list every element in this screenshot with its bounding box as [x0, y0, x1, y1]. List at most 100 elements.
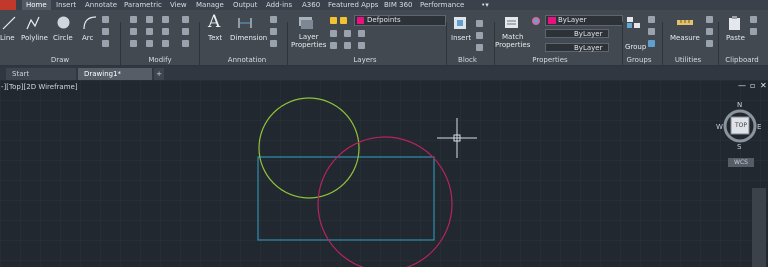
leader-icon[interactable]	[270, 16, 277, 23]
panel-title-annotation[interactable]: Annotation	[222, 56, 272, 65]
layer-dropdown[interactable]: Defpoints	[354, 15, 446, 26]
layer-off-icon[interactable]	[330, 42, 337, 49]
close-icon[interactable]: ✕	[760, 82, 767, 90]
linetype-dropdown[interactable]: ByLayer	[545, 29, 609, 38]
ribbon-options-icon[interactable]: •▾	[478, 0, 492, 10]
drawing-canvas[interactable]	[0, 80, 768, 267]
measure-button[interactable]: Measure	[670, 34, 700, 42]
match-properties-button[interactable]: Match Properties	[495, 33, 530, 49]
paste-button[interactable]: Paste	[726, 34, 745, 42]
layer-lock-icon[interactable]	[344, 42, 351, 49]
edit-block-icon[interactable]	[476, 32, 483, 39]
tab-insert[interactable]: Insert	[56, 0, 76, 10]
insert-block-icon[interactable]	[452, 16, 468, 30]
layer-properties-button[interactable]: Layer Properties	[291, 33, 326, 49]
tab-output[interactable]: Output	[233, 0, 257, 10]
group-selection-icon[interactable]	[648, 40, 655, 47]
ungroup-icon[interactable]	[648, 16, 655, 23]
panel-title-utilities[interactable]: Utilities	[668, 56, 708, 65]
group-icon[interactable]	[626, 16, 642, 30]
mirror-icon[interactable]	[146, 28, 153, 35]
compass-e[interactable]: E	[757, 123, 761, 131]
layer-properties-icon[interactable]	[298, 16, 314, 30]
line-icon[interactable]	[2, 16, 16, 30]
tab-add-ins[interactable]: Add-ins	[266, 0, 292, 10]
calculator-icon[interactable]	[706, 16, 713, 23]
panel-title-clipboard[interactable]: Clipboard	[722, 56, 762, 65]
panel-title-layers[interactable]: Layers	[350, 56, 380, 65]
copy-icon[interactable]	[130, 28, 137, 35]
rotate-icon[interactable]	[146, 16, 153, 23]
panel-title-modify[interactable]: Modify	[140, 56, 180, 65]
table-icon[interactable]	[270, 28, 277, 35]
match-properties-icon[interactable]	[504, 16, 520, 30]
application-menu-button[interactable]	[0, 0, 16, 10]
panel-title-block[interactable]: Block	[455, 56, 480, 65]
insert-button[interactable]: Insert	[451, 34, 471, 42]
circle-button[interactable]: Circle	[53, 34, 73, 42]
line-button[interactable]: Line	[0, 34, 15, 42]
tab-manage[interactable]: Manage	[196, 0, 224, 10]
array-icon[interactable]	[162, 40, 169, 47]
wcs-menu[interactable]: WCS	[728, 158, 754, 167]
id-point-icon[interactable]	[706, 40, 713, 47]
markup-icon[interactable]	[270, 40, 277, 47]
layer-freeze-icon[interactable]	[340, 17, 347, 24]
group-button[interactable]: Group	[625, 43, 646, 51]
polyline-icon[interactable]	[26, 16, 40, 30]
viewport-controls-label[interactable]: -][Top][2D Wireframe]	[1, 83, 78, 91]
layer-previous-icon[interactable]	[344, 30, 351, 37]
trim-icon[interactable]	[162, 16, 169, 23]
measure-icon[interactable]	[676, 19, 694, 27]
quick-select-icon[interactable]	[706, 28, 713, 35]
file-tab-start[interactable]: Start	[6, 68, 76, 80]
paste-icon[interactable]	[728, 16, 742, 31]
fillet-icon[interactable]	[162, 28, 169, 35]
hatch-icon[interactable]	[102, 28, 109, 35]
create-block-icon[interactable]	[476, 20, 483, 27]
offset-icon[interactable]	[182, 40, 189, 47]
tab-home[interactable]: Home	[22, 0, 51, 10]
tab-annotate[interactable]: Annotate	[85, 0, 117, 10]
erase-icon[interactable]	[182, 16, 189, 23]
cut-icon[interactable]	[750, 16, 757, 23]
layer-unlock-icon[interactable]	[358, 42, 365, 49]
circle-icon[interactable]	[56, 15, 71, 30]
panel-title-properties[interactable]: Properties	[530, 56, 570, 65]
edit-attributes-icon[interactable]	[476, 44, 483, 51]
color-wheel-icon[interactable]	[531, 16, 541, 26]
layer-on-icon[interactable]	[330, 17, 337, 24]
arc-button[interactable]: Arc	[82, 34, 93, 42]
copy-clip-icon[interactable]	[750, 28, 757, 35]
tab-performance[interactable]: Performance	[420, 0, 464, 10]
compass-w[interactable]: W	[716, 123, 723, 131]
explode-icon[interactable]	[182, 28, 189, 35]
file-tab-drawing1[interactable]: Drawing1*	[78, 68, 152, 80]
tab-view[interactable]: View	[170, 0, 187, 10]
new-tab-button[interactable]: +	[154, 68, 164, 80]
color-dropdown[interactable]: ByLayer	[545, 15, 623, 26]
group-edit-icon[interactable]	[648, 28, 655, 35]
dimension-icon[interactable]	[237, 16, 253, 30]
scale-icon[interactable]	[146, 40, 153, 47]
move-icon[interactable]	[130, 16, 137, 23]
minimize-icon[interactable]: —	[738, 82, 746, 90]
text-icon[interactable]: A	[208, 12, 220, 32]
tab-featured-apps[interactable]: Featured Apps	[328, 0, 378, 10]
tab-a360[interactable]: A360	[302, 0, 320, 10]
navigation-bar[interactable]	[752, 188, 766, 267]
restore-icon[interactable]: ▫	[750, 82, 755, 90]
tab-bim-360[interactable]: BIM 360	[384, 0, 413, 10]
tab-parametric[interactable]: Parametric	[124, 0, 162, 10]
polyline-button[interactable]: Polyline	[21, 34, 48, 42]
compass-s[interactable]: S	[737, 143, 741, 151]
rectangle-icon[interactable]	[102, 16, 109, 23]
viewcube-top-label[interactable]: TOP	[735, 122, 747, 130]
dimension-button[interactable]: Dimension	[230, 34, 267, 42]
drawing-viewport[interactable]: -][Top][2D Wireframe] — ▫ ✕ N S E W TOP …	[0, 80, 768, 267]
panel-title-groups[interactable]: Groups	[624, 56, 654, 65]
panel-title-draw[interactable]: Draw	[40, 56, 80, 65]
gradient-icon[interactable]	[102, 40, 109, 47]
stretch-icon[interactable]	[130, 40, 137, 47]
layer-match-icon[interactable]	[330, 30, 337, 37]
